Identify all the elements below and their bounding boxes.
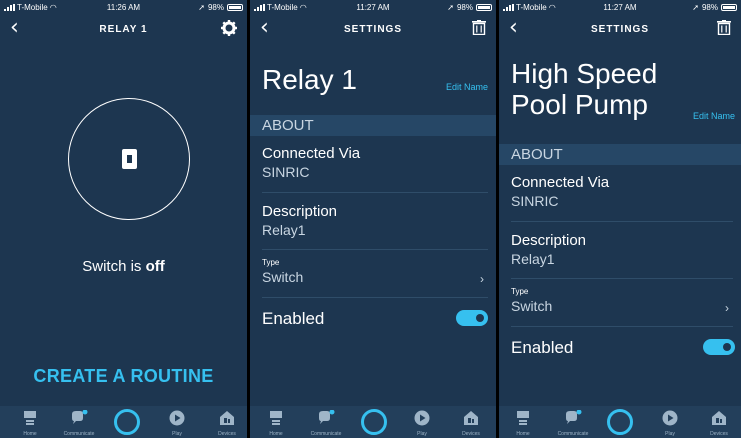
type-value: Switch bbox=[262, 269, 304, 285]
light-switch-icon bbox=[122, 149, 137, 169]
location-icon: ➚ bbox=[692, 3, 699, 12]
device-name: Relay 1 bbox=[262, 64, 357, 95]
type-row[interactable]: Type Switch › bbox=[511, 287, 733, 327]
switch-status: Switch is off bbox=[82, 258, 165, 275]
switch-state: off bbox=[145, 258, 165, 275]
status-bar: T-Mobile ◠ 11:26 AM ➚ 98% bbox=[0, 0, 247, 14]
nav-communicate[interactable]: Communicate bbox=[551, 406, 595, 437]
enabled-label: Enabled bbox=[511, 338, 574, 357]
trash-icon[interactable] bbox=[717, 20, 731, 40]
location-icon: ➚ bbox=[447, 3, 454, 12]
page-title: RELAY 1 bbox=[99, 24, 148, 35]
battery-icon bbox=[476, 4, 492, 11]
devices-icon bbox=[712, 411, 726, 425]
description-row[interactable]: Description Relay1 bbox=[511, 232, 733, 279]
trash-icon[interactable] bbox=[472, 20, 486, 40]
bottom-nav: Home Communicate Play Devices bbox=[499, 406, 741, 438]
description-value: Relay1 bbox=[511, 251, 555, 267]
power-switch-button[interactable] bbox=[68, 98, 190, 220]
home-icon bbox=[517, 411, 529, 425]
battery-icon bbox=[721, 4, 737, 11]
nav-communicate[interactable]: Communicate bbox=[304, 406, 348, 437]
type-label: Type bbox=[262, 258, 280, 267]
create-routine-button[interactable]: CREATE A ROUTINE bbox=[0, 366, 247, 387]
nav-bar: ‹ SETTINGS bbox=[499, 14, 741, 44]
nav-devices[interactable]: Devices bbox=[697, 406, 741, 437]
relay-device-screen: T-Mobile ◠ 11:26 AM ➚ 98% ‹ RELAY 1 Swit… bbox=[0, 0, 247, 438]
connected-via-value: SINRIC bbox=[262, 164, 310, 180]
edit-name-link[interactable]: Edit Name bbox=[446, 82, 488, 92]
nav-bar: ‹ SETTINGS bbox=[250, 14, 496, 44]
nav-play[interactable]: Play bbox=[400, 406, 444, 437]
chevron-right-icon: › bbox=[725, 301, 729, 315]
play-icon bbox=[662, 410, 678, 426]
description-label: Description bbox=[262, 203, 338, 220]
page-title: SETTINGS bbox=[343, 24, 402, 35]
nav-home[interactable]: Home bbox=[501, 406, 545, 437]
nav-play[interactable]: Play bbox=[648, 406, 692, 437]
location-icon: ➚ bbox=[198, 3, 205, 12]
nav-play[interactable]: Play bbox=[155, 406, 199, 437]
status-bar: T-Mobile ◠ 11:27 AM ➚ 98% bbox=[499, 0, 741, 14]
device-name-line2: Pool Pump bbox=[511, 89, 648, 120]
nav-communicate[interactable]: Communicate bbox=[57, 406, 101, 437]
about-section-header: ABOUT bbox=[499, 144, 741, 165]
devices-icon bbox=[220, 411, 234, 425]
chat-icon bbox=[72, 409, 88, 424]
chevron-right-icon: › bbox=[480, 272, 484, 286]
pool-pump-settings-screen: T-Mobile ◠ 11:27 AM ➚ 98% ‹ SETTINGS Hig… bbox=[499, 0, 741, 438]
status-bar: T-Mobile ◠ 11:27 AM ➚ 98% bbox=[250, 0, 496, 14]
battery-percent: 98% bbox=[456, 3, 473, 12]
connected-via-row: Connected Via SINRIC bbox=[511, 174, 733, 222]
alexa-icon bbox=[361, 409, 387, 435]
nav-home[interactable]: Home bbox=[8, 406, 52, 437]
description-value: Relay1 bbox=[262, 222, 306, 238]
connected-via-value: SINRIC bbox=[511, 193, 559, 209]
type-value: Switch bbox=[511, 298, 553, 314]
device-name: High Speed Pool Pump bbox=[511, 58, 657, 120]
edit-name-link[interactable]: Edit Name bbox=[693, 111, 735, 121]
about-section-header: ABOUT bbox=[250, 115, 496, 136]
nav-home[interactable]: Home bbox=[254, 406, 298, 437]
play-icon bbox=[414, 410, 430, 426]
battery-icon bbox=[227, 4, 243, 11]
type-row[interactable]: Type Switch › bbox=[262, 258, 488, 298]
gear-icon[interactable] bbox=[221, 20, 237, 41]
home-icon bbox=[24, 411, 36, 425]
device-name-line1: High Speed bbox=[511, 58, 658, 89]
bottom-nav: Home Communicate Play Devices bbox=[250, 406, 496, 438]
bottom-nav: Home Communicate Play Devices bbox=[0, 406, 247, 438]
nav-devices[interactable]: Devices bbox=[449, 406, 493, 437]
chat-icon bbox=[566, 409, 582, 424]
nav-bar: ‹ RELAY 1 bbox=[0, 14, 247, 44]
connected-via-label: Connected Via bbox=[511, 174, 610, 191]
enabled-label: Enabled bbox=[262, 309, 325, 328]
battery-percent: 98% bbox=[207, 3, 224, 12]
home-icon bbox=[270, 411, 282, 425]
description-label: Description bbox=[511, 232, 587, 249]
alexa-icon bbox=[114, 409, 140, 435]
alexa-icon bbox=[607, 409, 633, 435]
chat-icon bbox=[319, 409, 335, 424]
page-title: SETTINGS bbox=[590, 24, 649, 35]
devices-icon bbox=[464, 411, 478, 425]
type-label: Type bbox=[511, 287, 529, 296]
nav-devices[interactable]: Devices bbox=[205, 406, 247, 437]
enabled-toggle[interactable] bbox=[456, 310, 488, 326]
battery-percent: 98% bbox=[701, 3, 718, 12]
description-row[interactable]: Description Relay1 bbox=[262, 203, 488, 250]
connected-via-row: Connected Via SINRIC bbox=[262, 145, 488, 193]
enabled-toggle[interactable] bbox=[703, 339, 735, 355]
relay-settings-screen: T-Mobile ◠ 11:27 AM ➚ 98% ‹ SETTINGS Rel… bbox=[250, 0, 496, 438]
play-icon bbox=[169, 410, 185, 426]
connected-via-label: Connected Via bbox=[262, 145, 361, 162]
